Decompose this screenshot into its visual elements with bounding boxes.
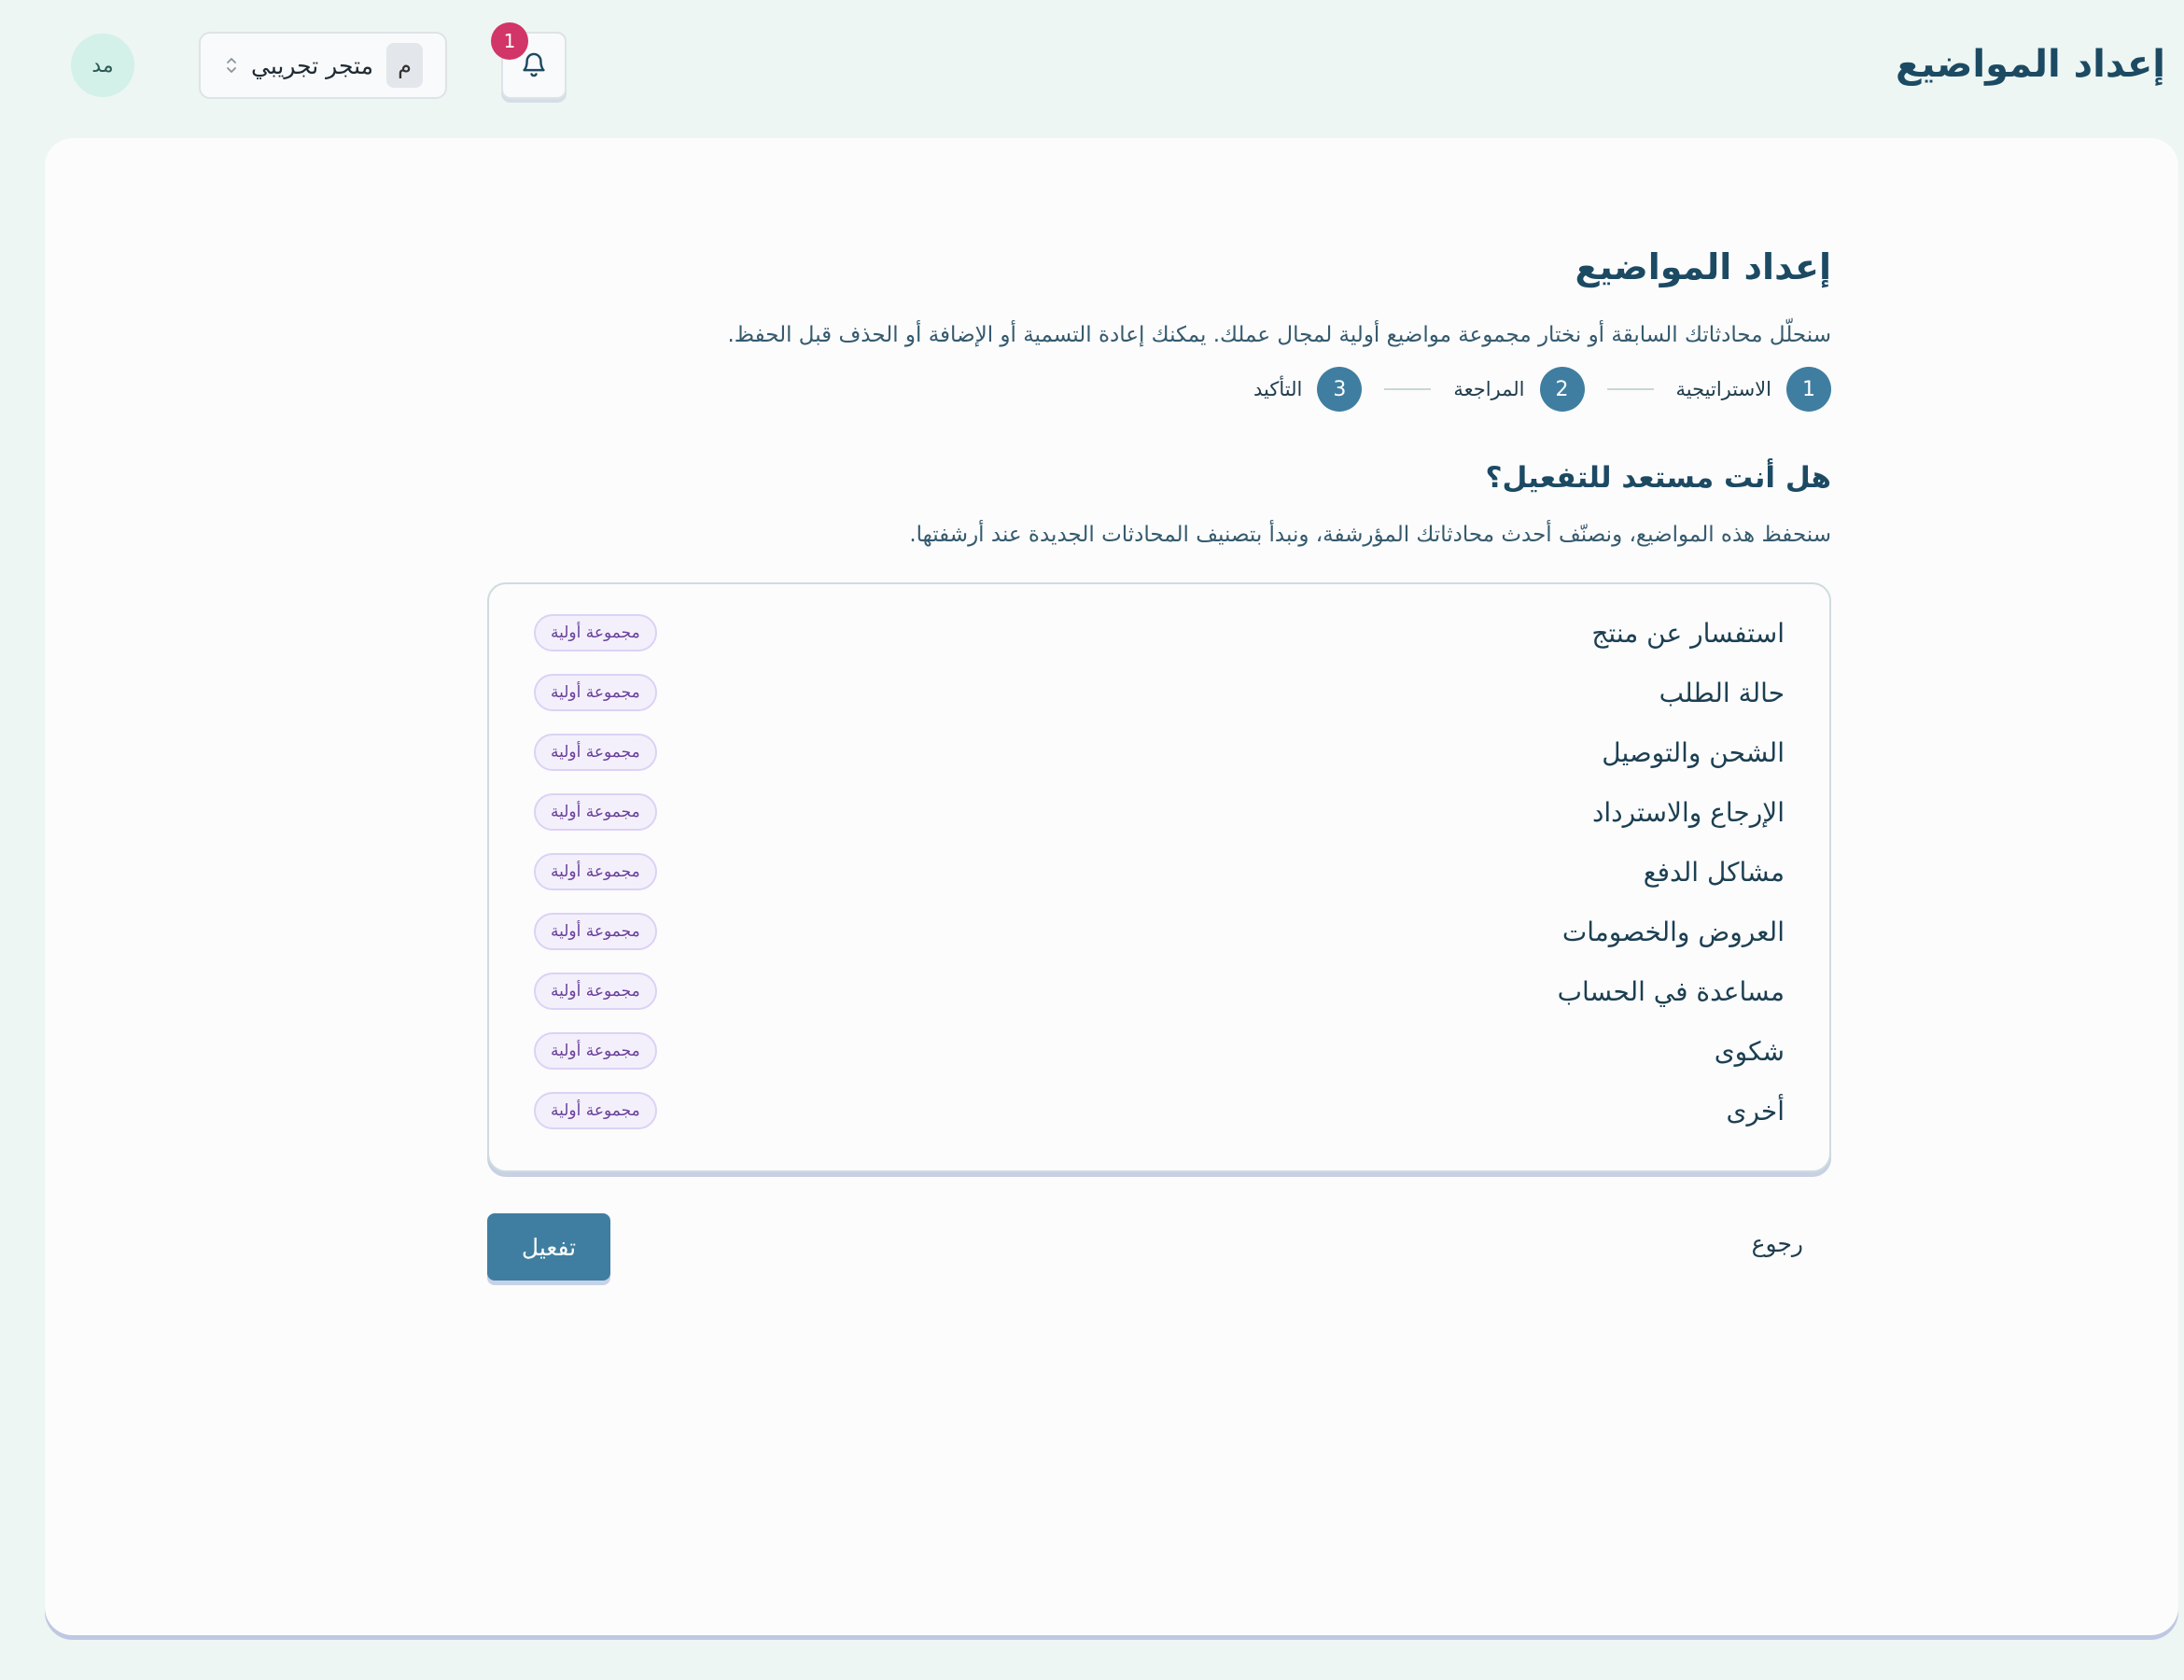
- step-label: المراجعة: [1453, 378, 1525, 400]
- starter-set-tag: مجموعة أولية: [534, 674, 657, 711]
- app-title: إعداد المواضيع: [1896, 43, 2165, 86]
- step-label: التأكيد: [1253, 378, 1303, 400]
- topic-name: أخرى: [1726, 1095, 1785, 1127]
- main-card: إعداد المواضيع سنحلّل محادثاتك السابقة أ…: [45, 138, 2178, 1635]
- step-connector: [1384, 388, 1432, 390]
- topic-row: الشحن والتوصيل مجموعة أولية: [534, 722, 1785, 782]
- step-number: 2: [1539, 367, 1585, 412]
- page-description: سنحلّل محادثاتك السابقة أو نختار مجموعة …: [727, 323, 1831, 347]
- topic-name: الإرجاع والاسترداد: [1591, 796, 1785, 828]
- topic-row: مشاكل الدفع مجموعة أولية: [534, 842, 1785, 902]
- store-badge: م: [386, 43, 423, 88]
- starter-set-tag: مجموعة أولية: [534, 1032, 657, 1070]
- topic-name: مشاكل الدفع: [1643, 856, 1785, 888]
- step-number: 1: [1786, 367, 1831, 412]
- step-review: 2 المراجعة: [1453, 367, 1585, 412]
- topic-row: شكوى مجموعة أولية: [534, 1021, 1785, 1081]
- topics-list: استفسار عن منتج مجموعة أولية حالة الطلب …: [487, 582, 1831, 1172]
- section-description: سنحفظ هذه المواضيع، ونصنّف أحدث محادثاتك…: [909, 523, 1831, 547]
- step-number: 3: [1317, 367, 1363, 412]
- store-name: متجر تجريبي: [251, 51, 374, 79]
- bell-icon: [520, 49, 548, 82]
- topic-name: العروض والخصومات: [1561, 916, 1785, 947]
- notification-count-badge: 1: [491, 22, 528, 60]
- starter-set-tag: مجموعة أولية: [534, 973, 657, 1010]
- topic-row: مساعدة في الحساب مجموعة أولية: [534, 961, 1785, 1021]
- starter-set-tag: مجموعة أولية: [534, 853, 657, 890]
- activate-button[interactable]: تفعيل: [487, 1213, 610, 1281]
- topic-name: حالة الطلب: [1659, 677, 1785, 708]
- back-button[interactable]: رجوع: [1752, 1230, 1803, 1257]
- step-strategy: 1 الاستراتيجية: [1675, 367, 1831, 412]
- topic-row: الإرجاع والاسترداد مجموعة أولية: [534, 782, 1785, 842]
- topic-name: استفسار عن منتج: [1591, 617, 1785, 649]
- topic-row: أخرى مجموعة أولية: [534, 1081, 1785, 1141]
- topic-row: حالة الطلب مجموعة أولية: [534, 663, 1785, 722]
- top-bar: إعداد المواضيع 1 متجر تجريبي م مد: [0, 0, 2184, 138]
- wizard-actions: رجوع تفعيل: [487, 1213, 1831, 1282]
- page-title: إعداد المواضيع: [1575, 246, 1832, 287]
- topic-name: شكوى: [1714, 1035, 1785, 1067]
- section-title: هل أنت مستعد للتفعيل؟: [1485, 461, 1832, 495]
- store-switcher[interactable]: متجر تجريبي م: [199, 32, 447, 99]
- starter-set-tag: مجموعة أولية: [534, 614, 657, 651]
- chevron-up-down-icon: [225, 55, 238, 76]
- step-confirm: 3 التأكيد: [1253, 367, 1363, 412]
- topic-name: الشحن والتوصيل: [1602, 736, 1785, 768]
- step-connector: [1606, 388, 1654, 390]
- starter-set-tag: مجموعة أولية: [534, 913, 657, 950]
- topic-row: استفسار عن منتج مجموعة أولية: [534, 603, 1785, 663]
- user-avatar[interactable]: مد: [71, 34, 134, 97]
- starter-set-tag: مجموعة أولية: [534, 734, 657, 771]
- starter-set-tag: مجموعة أولية: [534, 1092, 657, 1129]
- step-label: الاستراتيجية: [1675, 378, 1772, 400]
- stepper: 1 الاستراتيجية 2 المراجعة 3 التأكيد: [1253, 366, 1831, 413]
- topic-row: العروض والخصومات مجموعة أولية: [534, 902, 1785, 961]
- topic-name: مساعدة في الحساب: [1557, 975, 1785, 1007]
- starter-set-tag: مجموعة أولية: [534, 793, 657, 831]
